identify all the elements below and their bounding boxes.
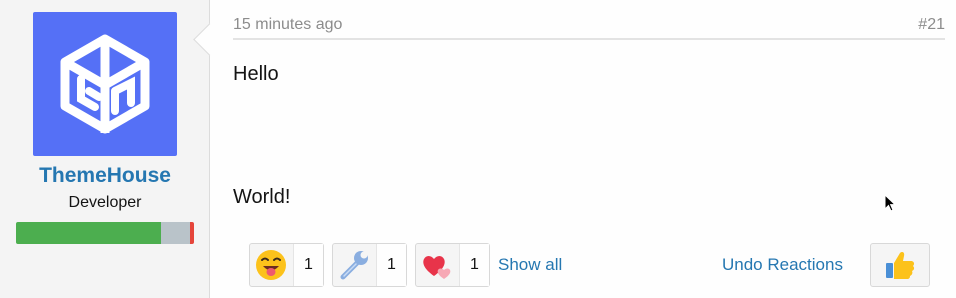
wrench-icon (333, 244, 376, 286)
reaction-count: 1 (458, 244, 489, 286)
avatar[interactable] (33, 12, 177, 156)
post-meta: 15 minutes ago #21 (233, 14, 945, 40)
reaction-count: 1 (375, 244, 406, 286)
banner-segment-red (190, 222, 194, 244)
mouse-cursor-icon (884, 194, 896, 212)
show-all-reactions-link[interactable]: Show all (498, 255, 562, 275)
reaction-wrench[interactable]: 1 (332, 243, 407, 287)
post-number[interactable]: #21 (918, 16, 945, 34)
thumbs-up-icon (886, 252, 915, 279)
post-body-line: Hello (233, 63, 279, 85)
banner-segment-gray (161, 222, 190, 244)
user-panel: ThemeHouse Developer (0, 0, 210, 298)
banner-segment-green (16, 222, 161, 244)
user-title: Developer (68, 194, 142, 211)
username-link[interactable]: ThemeHouse (0, 164, 210, 188)
react-button[interactable] (870, 243, 930, 287)
post-time[interactable]: 15 minutes ago (233, 16, 342, 34)
undo-reactions-link[interactable]: Undo Reactions (722, 255, 843, 275)
two-hearts-icon (416, 244, 459, 286)
reaction-count: 1 (292, 244, 323, 286)
themehouse-logo-icon (60, 34, 150, 134)
post-body-line: World! (233, 186, 291, 208)
reaction-grinning[interactable]: 1 (249, 243, 324, 287)
grinning-tongue-emoji-icon (250, 244, 293, 286)
reaction-hearts[interactable]: 1 (415, 243, 490, 287)
user-banner (16, 222, 194, 244)
